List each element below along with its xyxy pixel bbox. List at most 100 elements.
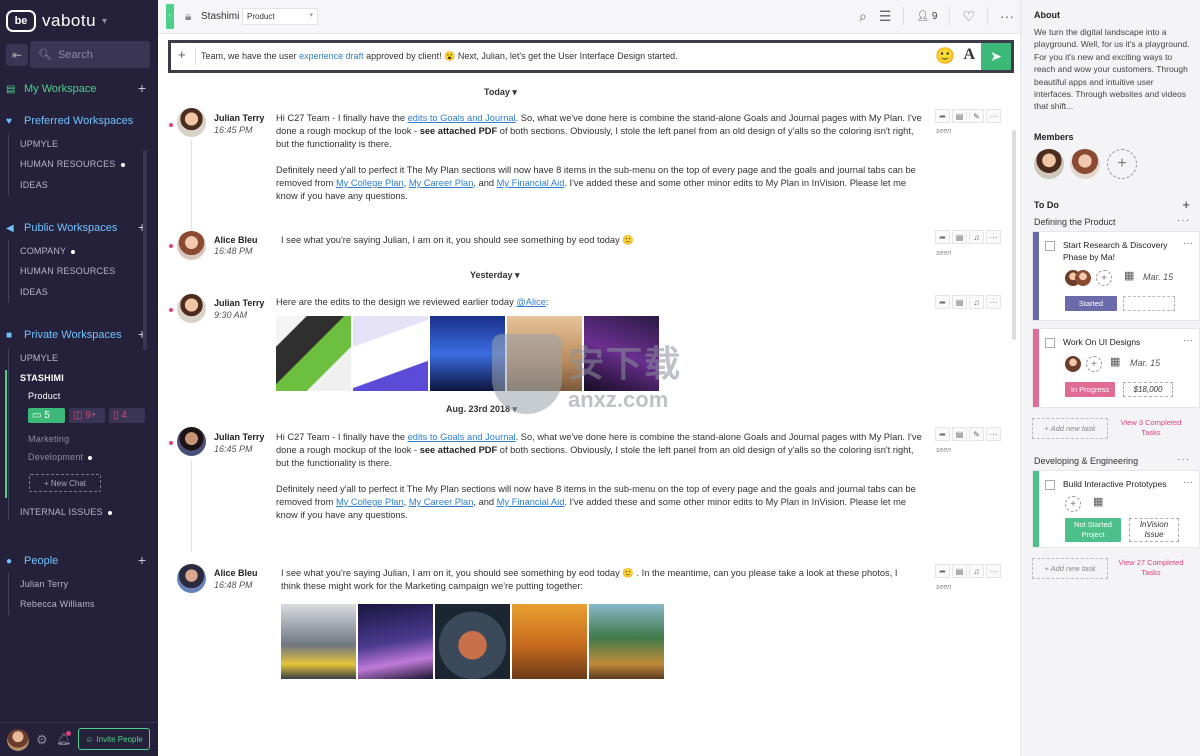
more-icon[interactable]: ···	[1000, 8, 1014, 24]
invite-people-button[interactable]: ☺ Invite People	[78, 728, 150, 750]
assignee-avatar[interactable]	[1065, 356, 1081, 372]
mention-link[interactable]: @Alice	[516, 297, 546, 307]
message-author[interactable]: Julian Terry	[214, 432, 264, 442]
emoji-icon[interactable]: 🙂	[935, 46, 955, 66]
avatar[interactable]	[177, 427, 206, 456]
members-button[interactable]: 👤︎ 9	[916, 11, 937, 22]
file-badge[interactable]: ▯ 4	[109, 408, 145, 423]
task-checkbox[interactable]	[1045, 480, 1055, 490]
preferred-workspaces[interactable]: ♥ Preferred Workspaces	[6, 113, 146, 129]
add-icon[interactable]: +	[138, 552, 146, 568]
sidebar-item-human-resources[interactable]: HUMAN RESOURCES	[20, 266, 116, 276]
share-icon[interactable]: ➦	[935, 109, 950, 123]
attached-image[interactable]	[276, 316, 351, 391]
more-icon[interactable]: ···	[986, 564, 1001, 578]
person-julian-terry[interactable]: Julian Terry	[20, 579, 68, 589]
bell-icon[interactable]: ♫	[969, 295, 984, 309]
add-icon[interactable]: +	[138, 80, 146, 96]
sidebar-item-stashimi[interactable]: STASHIMI	[20, 373, 64, 383]
status-badge[interactable]: Not Started Project	[1065, 518, 1121, 542]
filter-icon[interactable]: ☰	[879, 8, 892, 25]
task-badge[interactable]: ◫ 9+	[69, 408, 105, 423]
sidebar-scrollbar[interactable]	[143, 150, 147, 350]
date-separator[interactable]: Yesterday ▾	[470, 270, 520, 281]
share-icon[interactable]: ➦	[935, 564, 950, 578]
private-workspaces[interactable]: ■ Private Workspaces +	[6, 326, 146, 343]
gear-icon[interactable]: ⚙	[36, 732, 48, 748]
task-title[interactable]: Start Research & Discovery Phase by Ma!	[1063, 239, 1173, 263]
task-title[interactable]: Work On UI Designs	[1063, 336, 1173, 348]
more-icon[interactable]: ···	[986, 295, 1001, 309]
chat-badge[interactable]: ▭ 5	[28, 408, 65, 423]
message-author[interactable]: Julian Terry	[214, 113, 264, 123]
more-icon[interactable]: ···	[1177, 454, 1190, 465]
calendar-icon[interactable]: ▦	[1110, 355, 1120, 368]
search-icon[interactable]: ⌕	[859, 8, 867, 25]
attached-image[interactable]	[435, 604, 510, 679]
message-link[interactable]: edits to Goals and Journal	[408, 113, 516, 123]
date-separator[interactable]: Today ▾	[484, 87, 517, 98]
edit-icon[interactable]: ✎	[969, 109, 984, 123]
budget-field[interactable]: $18,000	[1123, 382, 1173, 397]
sidebar-item-company[interactable]: COMPANY	[20, 246, 76, 256]
sidebar-item-ideas[interactable]: IDEAS	[20, 180, 48, 190]
brand[interactable]: be vabotu ▾	[6, 8, 107, 34]
sidebar-item-upmyle[interactable]: UPMYLE	[20, 139, 58, 149]
sidebar-search[interactable]: 🔍︎ Search	[30, 41, 150, 68]
channel-select[interactable]: Product ▾	[242, 8, 318, 25]
add-assignee-button[interactable]: +	[1065, 496, 1081, 512]
more-icon[interactable]: ···	[986, 109, 1001, 123]
task-checkbox[interactable]	[1045, 241, 1055, 251]
custom-field-empty[interactable]	[1123, 296, 1175, 311]
people-section[interactable]: ● People +	[6, 552, 146, 569]
calendar-icon[interactable]: ▦	[1093, 495, 1103, 508]
message-link[interactable]: My College Plan	[336, 178, 404, 188]
reply-icon[interactable]: ▤	[952, 295, 967, 309]
attach-icon[interactable]: +	[178, 48, 192, 62]
user-avatar[interactable]	[7, 729, 29, 751]
send-button[interactable]: ➤	[981, 43, 1011, 70]
expand-handle[interactable]: ‹	[166, 4, 174, 29]
status-badge[interactable]: In Progress	[1065, 382, 1115, 397]
message-author[interactable]: Julian Terry	[214, 298, 264, 308]
my-workspace[interactable]: ▤ My Workspace +	[6, 80, 146, 97]
reply-icon[interactable]: ▤	[952, 230, 967, 244]
task-card[interactable]: Start Research & Discovery Phase by Ma! …	[1032, 231, 1200, 321]
message-link[interactable]: My Career Plan	[409, 178, 474, 188]
add-assignee-button[interactable]: +	[1086, 356, 1102, 372]
message-link[interactable]: edits to Goals and Journal	[408, 432, 516, 442]
sidebar-item-internal-issues[interactable]: INTERNAL ISSUES	[20, 507, 112, 517]
public-workspaces[interactable]: ◀ Public Workspaces +	[6, 219, 146, 236]
reply-icon[interactable]: ▤	[952, 564, 967, 578]
calendar-icon[interactable]: ▦	[1124, 269, 1134, 282]
collapse-sidebar-icon[interactable]: ⇤	[6, 44, 28, 66]
person-rebecca-williams[interactable]: Rebecca Williams	[20, 599, 95, 609]
custom-field[interactable]: InVision Issue	[1129, 518, 1179, 542]
sidebar-item-upmyle[interactable]: UPMYLE	[20, 353, 58, 363]
share-icon[interactable]: ➦	[935, 295, 950, 309]
avatar[interactable]	[177, 108, 206, 137]
avatar[interactable]	[177, 564, 206, 593]
more-icon[interactable]: ···	[986, 230, 1001, 244]
avatar[interactable]	[177, 294, 206, 323]
bell-icon[interactable]: ♫	[969, 564, 984, 578]
reply-icon[interactable]: ▤	[952, 427, 967, 441]
add-assignee-button[interactable]: +	[1096, 270, 1112, 286]
message-link[interactable]: My College Plan	[336, 497, 404, 507]
composer-link[interactable]: experience draft	[299, 51, 364, 61]
font-format-icon[interactable]: A	[963, 46, 975, 64]
message-author[interactable]: Alice Bleu	[214, 568, 258, 578]
heart-icon[interactable]: ♡	[962, 8, 975, 25]
add-member-button[interactable]: +	[1107, 149, 1137, 179]
message-link[interactable]: My Financial Aid	[497, 178, 565, 188]
channel-product[interactable]: Product	[28, 391, 60, 401]
status-badge[interactable]: Started	[1065, 296, 1117, 311]
reply-icon[interactable]: ▤	[952, 109, 967, 123]
new-chat-button[interactable]: + New Chat	[29, 474, 101, 492]
attached-image[interactable]	[589, 604, 664, 679]
add-task-button[interactable]: + Add new task	[1032, 558, 1108, 579]
task-checkbox[interactable]	[1045, 338, 1055, 348]
message-composer[interactable]: + Team, we have the user experience draf…	[168, 40, 1014, 73]
chevron-down-icon[interactable]: ▾	[102, 16, 107, 27]
view-completed-link[interactable]: View 27 Completed Tasks	[1112, 558, 1190, 578]
